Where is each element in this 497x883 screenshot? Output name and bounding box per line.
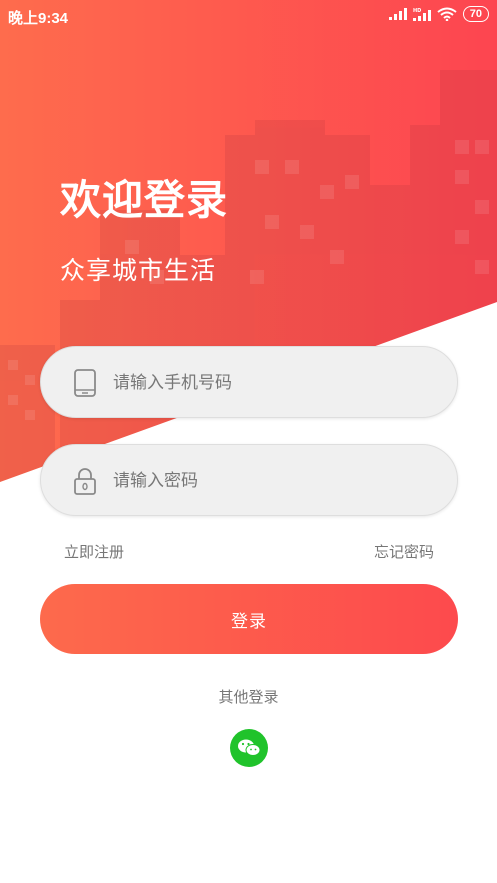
status-bar: 晚上9:34 HD 70 (0, 0, 497, 32)
login-button[interactable]: 登录 (40, 584, 458, 654)
password-field[interactable] (40, 444, 458, 517)
register-link[interactable]: 立即注册 (64, 541, 124, 562)
phone-field[interactable] (40, 346, 458, 419)
svg-text:HD: HD (413, 8, 421, 14)
status-icons: HD 70 (388, 6, 489, 22)
wechat-icon (238, 739, 261, 756)
lock-icon (74, 468, 96, 495)
wifi-icon (437, 7, 457, 21)
status-time: 晚上9:34 (8, 10, 69, 27)
phone-input[interactable] (113, 347, 443, 419)
signal-icon (388, 8, 407, 20)
wechat-login-button[interactable] (230, 729, 268, 767)
password-input[interactable] (113, 445, 443, 517)
page-subtitle: 众享城市生活 (60, 256, 217, 285)
hd-signal-icon: HD (412, 8, 431, 21)
battery-icon: 70 (462, 6, 489, 22)
page-title: 欢迎登录 (60, 176, 228, 224)
phone-icon (74, 369, 96, 397)
other-login-label: 其他登录 (218, 688, 279, 706)
forgot-password-link[interactable]: 忘记密码 (374, 541, 434, 562)
